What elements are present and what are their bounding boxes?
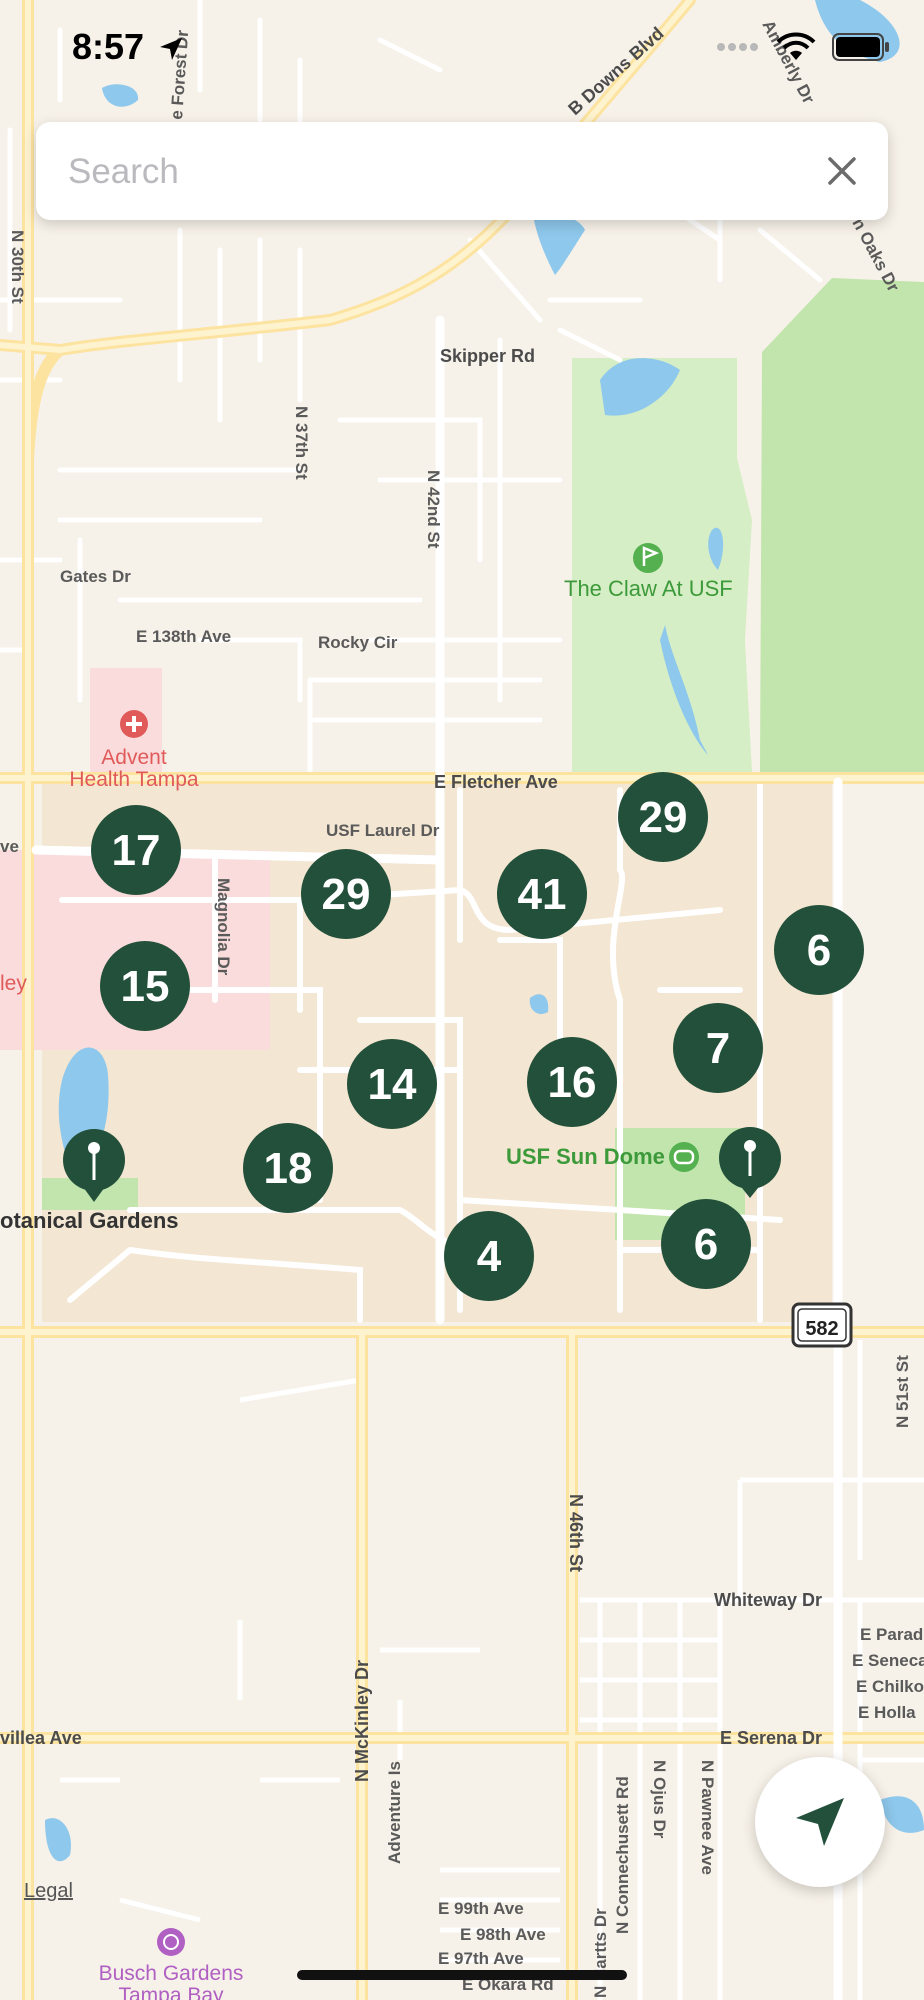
road-label-pawnee: N Pawnee Ave <box>698 1760 717 1875</box>
svg-text:582: 582 <box>805 1318 838 1340</box>
cluster-marker[interactable]: 14 <box>347 1039 437 1129</box>
cluster-marker[interactable]: 7 <box>673 1003 763 1093</box>
road-label-whiteway: Whiteway Dr <box>714 1590 822 1610</box>
cluster-marker[interactable]: 4 <box>444 1211 534 1301</box>
road-label-n46: N 46th St <box>566 1494 586 1572</box>
road-label-chilko: E Chilko <box>856 1677 924 1696</box>
road-label-ojus: N Ojus Dr <box>650 1760 669 1839</box>
road-label-e99: E 99th Ave <box>438 1899 524 1918</box>
cluster-count: 7 <box>706 1024 730 1073</box>
current-location-button[interactable] <box>755 1757 885 1887</box>
cluster-marker[interactable]: 29 <box>301 849 391 939</box>
road-label-n37: N 37th St <box>292 406 311 480</box>
battery-icon <box>832 33 889 61</box>
road-label-magnolia: Magnolia Dr <box>214 878 233 976</box>
place-ley[interactable]: ley <box>0 972 27 995</box>
close-icon <box>828 157 856 185</box>
road-label-e138: E 138th Ave <box>136 627 231 646</box>
road-label-fletcher: E Fletcher Ave <box>434 772 558 792</box>
cluster-count: 16 <box>548 1058 597 1107</box>
road-label-serena: E Serena Dr <box>720 1728 822 1748</box>
road-label-mckinley: N McKinley Dr <box>352 1660 372 1782</box>
cluster-marker[interactable]: 29 <box>618 772 708 862</box>
place-advent-2[interactable]: Health Tampa <box>69 768 199 791</box>
road-label-villea: villea Ave <box>0 1728 82 1748</box>
cellular-signal-icon <box>717 43 758 51</box>
road-label-hartts: N Hartts Dr <box>591 1908 610 1998</box>
road-label-n42: N 42nd St <box>424 470 443 549</box>
place-sundome[interactable]: USF Sun Dome <box>506 1144 665 1169</box>
cluster-count: 17 <box>112 826 161 875</box>
cluster-marker[interactable]: 15 <box>100 941 190 1031</box>
status-time: 8:57 <box>72 26 145 67</box>
location-arrow-icon <box>160 38 182 60</box>
cluster-count: 29 <box>322 870 371 919</box>
search-input[interactable] <box>66 122 810 222</box>
place-busch-2[interactable]: Tampa Bay <box>118 1984 224 2000</box>
cluster-marker[interactable]: 16 <box>527 1037 617 1127</box>
road-label-parad: E Parad <box>860 1625 923 1644</box>
golf-course-park <box>572 358 752 772</box>
road-label-adventure: Adventure Is <box>385 1761 404 1864</box>
cluster-marker[interactable]: 6 <box>661 1199 751 1289</box>
road-label-connechusett: N Connechusett Rd <box>613 1776 632 1934</box>
road-label-skipper: Skipper Rd <box>440 346 535 366</box>
road-label-seneca: E Seneca <box>852 1651 924 1670</box>
place-claw[interactable]: The Claw At USF <box>564 576 733 601</box>
road-label-n30: N 30th St <box>8 230 27 304</box>
golf-icon <box>633 543 663 573</box>
cluster-count: 18 <box>264 1144 313 1193</box>
search-bar <box>36 122 888 222</box>
cluster-count: 6 <box>807 926 831 975</box>
wifi-icon <box>776 32 816 60</box>
cluster-count: 41 <box>518 870 567 919</box>
cluster-count: 4 <box>477 1232 502 1281</box>
hospital-icon <box>120 710 148 738</box>
road-label-ave: ve <box>0 837 19 856</box>
road-label-laurel: USF Laurel Dr <box>326 821 440 840</box>
road-label-gates: Gates Dr <box>60 567 131 586</box>
road-label-e98: E 98th Ave <box>460 1925 546 1944</box>
clear-search-button[interactable] <box>818 147 866 195</box>
home-indicator <box>297 1970 627 1980</box>
highway-582-shield: 582 <box>791 1302 853 1348</box>
road-label-rocky: Rocky Cir <box>318 633 398 652</box>
stadium-icon <box>669 1142 699 1172</box>
amusement-icon <box>157 1928 185 1956</box>
navigation-arrow-icon <box>796 1798 844 1846</box>
cluster-count: 14 <box>368 1060 417 1109</box>
place-botanical[interactable]: otanical Gardens <box>0 1208 179 1233</box>
cluster-marker[interactable]: 6 <box>774 905 864 995</box>
cluster-count: 15 <box>121 962 170 1011</box>
place-advent-1[interactable]: Advent <box>101 746 167 769</box>
road-label-n51: N 51st St <box>893 1355 912 1428</box>
cluster-marker[interactable]: 41 <box>497 849 587 939</box>
cluster-marker[interactable]: 17 <box>91 805 181 895</box>
park-east <box>760 278 924 772</box>
place-busch-1[interactable]: Busch Gardens <box>99 1962 244 1985</box>
cluster-marker[interactable]: 18 <box>243 1123 333 1213</box>
road-label-holla: E Holla <box>858 1703 916 1722</box>
cluster-count: 29 <box>639 793 688 842</box>
cluster-count: 6 <box>694 1220 718 1269</box>
map-canvas[interactable]: 582 B Downs Blvd e Forest Dr Amberly Dr … <box>0 0 924 2000</box>
road-label-e97: E 97th Ave <box>438 1949 524 1968</box>
legal-link[interactable]: Legal <box>24 1880 73 1903</box>
